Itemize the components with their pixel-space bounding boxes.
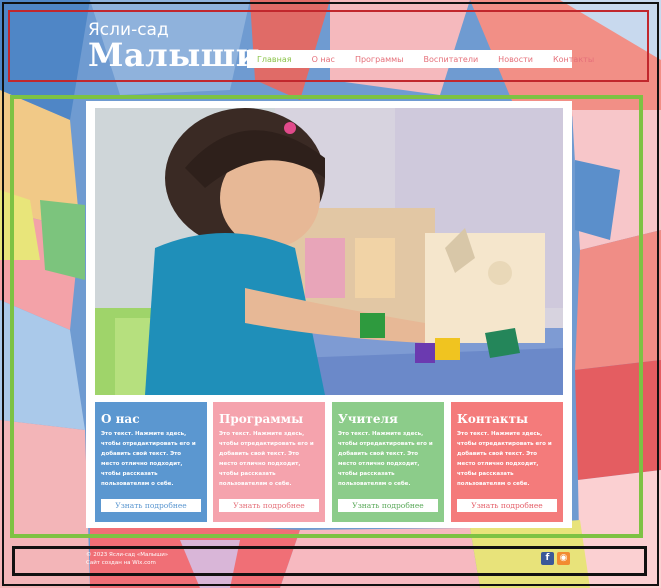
header-highlight-frame	[8, 10, 649, 82]
card-title: Контакты	[457, 412, 529, 426]
learn-more-button[interactable]: Узнать подробнее	[457, 499, 557, 512]
card-title: Программы	[219, 412, 304, 426]
teachers-card: Учителя Это текст. Нажмите здесь, чтобы …	[332, 402, 444, 522]
learn-more-button[interactable]: Узнать подробнее	[338, 499, 438, 512]
footer-highlight-frame	[12, 546, 647, 576]
card-title: Учителя	[338, 412, 398, 426]
programs-card: Программы Это текст. Нажмите здесь, чтоб…	[213, 402, 325, 522]
about-card: О нас Это текст. Нажмите здесь, чтобы от…	[95, 402, 207, 522]
card-text: Это текст. Нажмите здесь, чтобы отредакт…	[457, 431, 552, 487]
card-text: Это текст. Нажмите здесь, чтобы отредакт…	[338, 431, 433, 487]
contacts-card: Контакты Это текст. Нажмите здесь, чтобы…	[451, 402, 563, 522]
card-title: О нас	[101, 412, 140, 426]
learn-more-button[interactable]: Узнать подробнее	[101, 499, 201, 512]
card-text: Это текст. Нажмите здесь, чтобы отредакт…	[101, 431, 196, 487]
card-text: Это текст. Нажмите здесь, чтобы отредакт…	[219, 431, 314, 487]
learn-more-button[interactable]: Узнать подробнее	[219, 499, 319, 512]
